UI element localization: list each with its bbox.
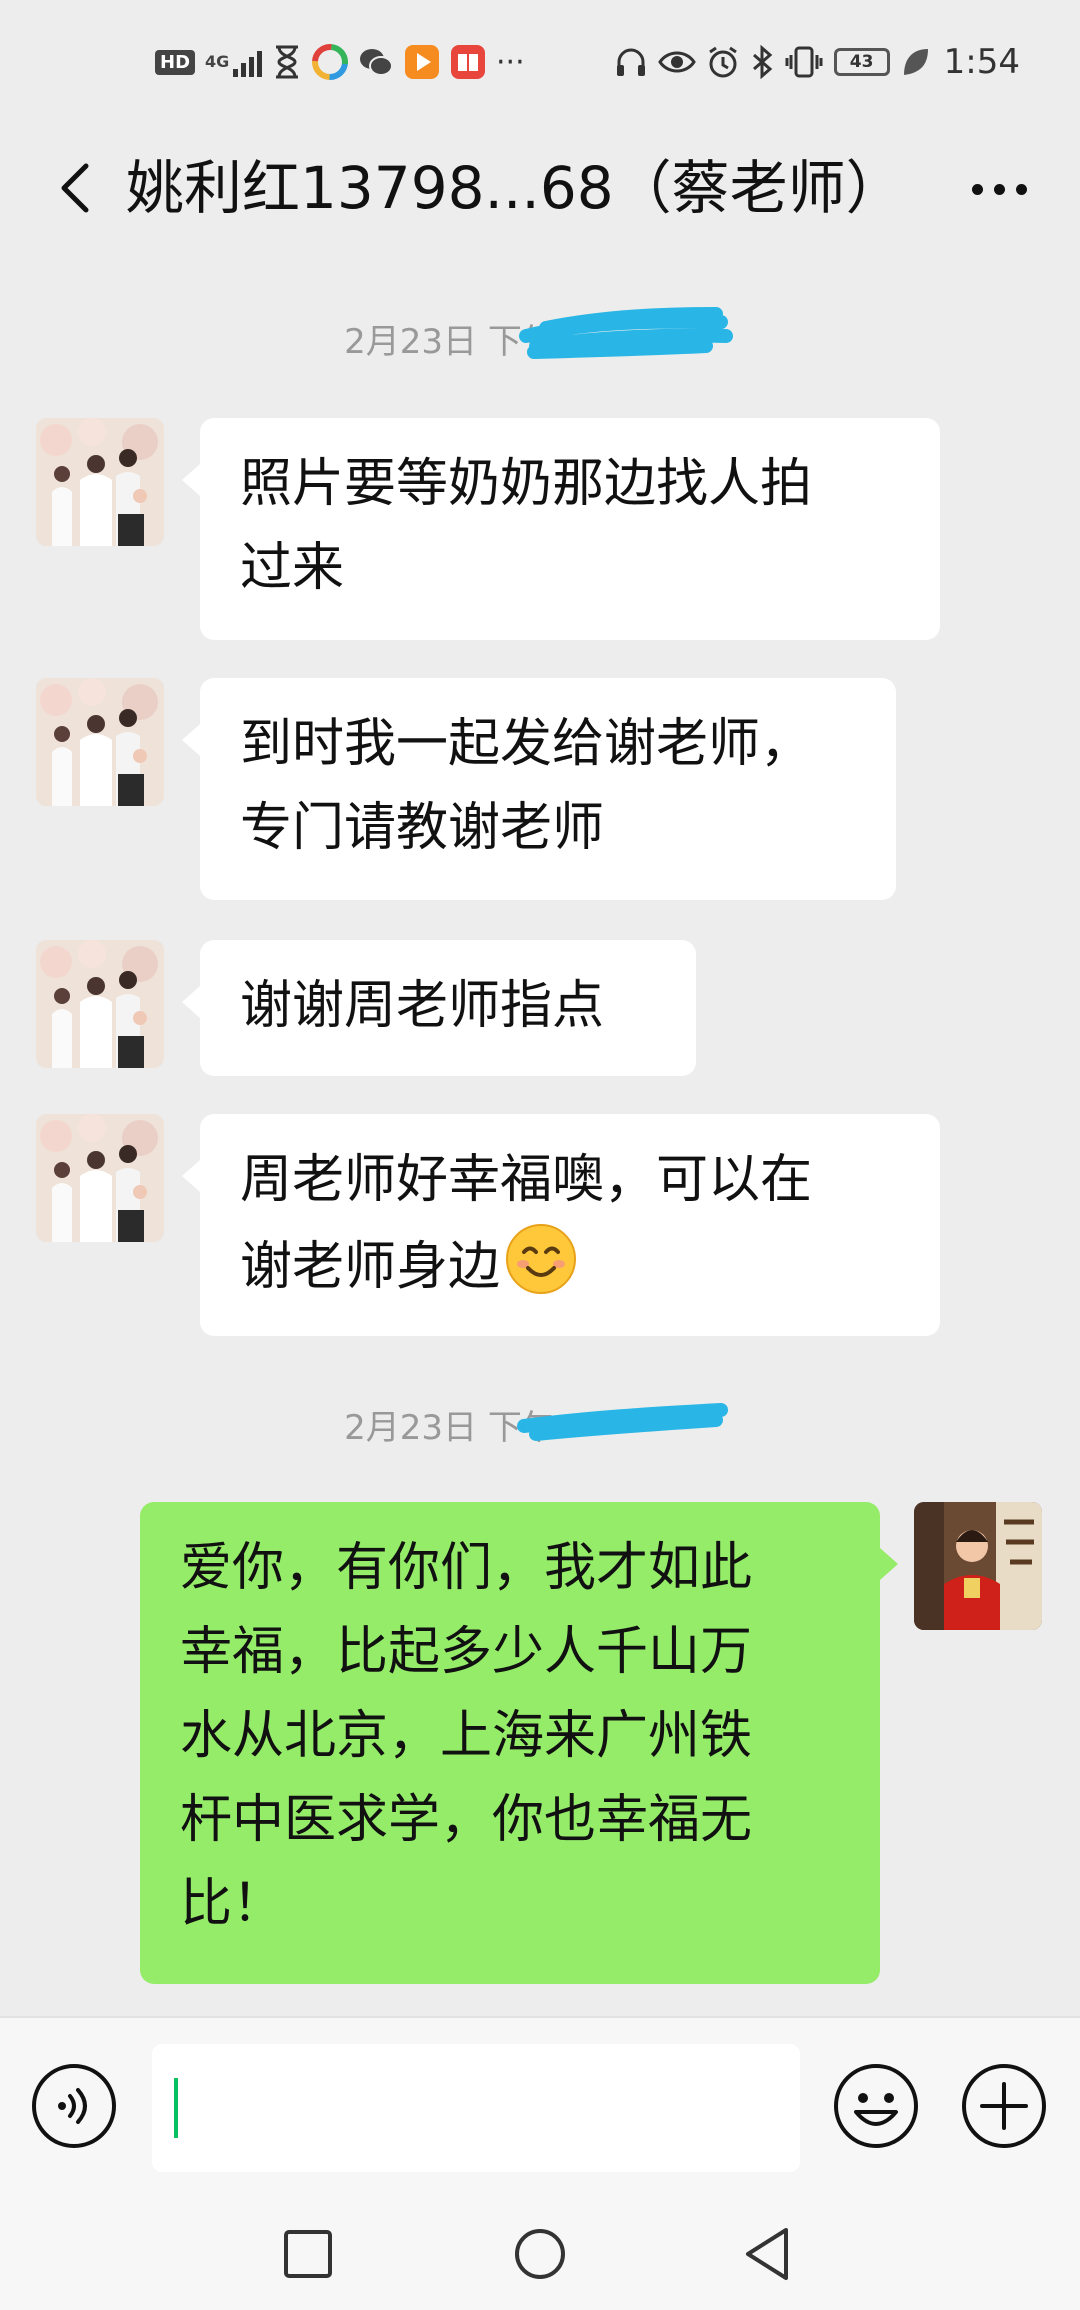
- vibrate-icon: [785, 46, 823, 78]
- message-bubble-incoming[interactable]: 谢谢周老师指点: [182, 940, 696, 1076]
- message-bubble-incoming[interactable]: 照片要等奶奶那边找人拍 过来: [182, 418, 940, 640]
- battery-icon: 43: [833, 48, 890, 76]
- colorful-app-icon: [312, 44, 349, 80]
- message-line: 杆中医求学，你也幸福无: [180, 1790, 753, 1850]
- timestamp: 2月23日 下午: [0, 307, 1080, 363]
- family-photo-icon: [36, 940, 164, 1068]
- recents-button-icon[interactable]: [268, 2214, 348, 2294]
- back-button-icon[interactable]: [728, 2214, 808, 2294]
- message-line: 幸福，比起多少人千山万: [180, 1622, 753, 1682]
- timestamp: 2月23日 下午: [0, 1400, 1080, 1449]
- headset-icon: [616, 48, 645, 76]
- family-photo-icon: [36, 1114, 164, 1242]
- family-photo-icon: [36, 418, 164, 546]
- message-line: 谢谢周老师指点: [240, 976, 605, 1036]
- status-bar-left: HD 4G ···: [155, 40, 525, 84]
- input-bar: [0, 2016, 1080, 2194]
- contact-avatar[interactable]: [36, 1114, 164, 1242]
- hourglass-icon: [276, 45, 299, 79]
- more-options-icon[interactable]: [954, 148, 1044, 228]
- message-line: 谢老师身边: [240, 1222, 900, 1309]
- eye-icon: [657, 51, 696, 73]
- status-bar: HD 4G ··· 43 1:54: [0, 0, 1080, 120]
- voice-input-icon[interactable]: [30, 2062, 118, 2150]
- message-bubble-incoming[interactable]: 周老师好幸福噢，可以在 谢老师身边: [182, 1114, 940, 1336]
- my-avatar[interactable]: [914, 1502, 1042, 1630]
- message-line-text: 谢老师身边: [240, 1237, 501, 1297]
- message-input[interactable]: [152, 2044, 800, 2172]
- book-app-icon: [451, 45, 486, 79]
- clock: 1:54: [943, 42, 1020, 82]
- alarm-icon: [708, 46, 737, 78]
- message-line: 爱你，有你们，我才如此: [180, 1538, 753, 1598]
- redaction-scribble: [516, 1403, 728, 1441]
- text-caret: [174, 2078, 178, 2138]
- message-bubble-outgoing[interactable]: 爱你，有你们，我才如此 幸福，比起多少人千山万 水从北京，上海来广州铁 杆中医求…: [140, 1502, 898, 1984]
- signal-icon: [233, 47, 263, 77]
- message-line: 到时我一起发给谢老师，: [240, 714, 813, 774]
- message-line: 专门请教谢老师: [240, 798, 605, 858]
- home-button-icon[interactable]: [500, 2214, 580, 2294]
- chat-title: 姚利红13798...68（蔡老师）: [126, 154, 904, 222]
- chat-header: 姚利红13798...68（蔡老师）: [0, 120, 1080, 256]
- message-line: 周老师好幸福噢，可以在: [240, 1150, 813, 1210]
- network-type: 4G: [205, 52, 230, 71]
- redaction-scribble: [518, 307, 733, 359]
- message-bubble-incoming[interactable]: 到时我一起发给谢老师， 专门请教谢老师: [182, 678, 896, 900]
- message-line: 照片要等奶奶那边找人拍: [240, 454, 813, 514]
- status-bar-right: 43 1:54: [614, 40, 1020, 84]
- smile-emoji-icon: [506, 1224, 577, 1294]
- message-line: 过来: [240, 538, 345, 598]
- overflow-indicator: ···: [496, 44, 525, 80]
- message-line: 水从北京，上海来广州铁: [180, 1706, 753, 1766]
- video-app-icon: [405, 45, 440, 79]
- family-photo-icon: [36, 678, 164, 806]
- profile-photo-icon: [914, 1502, 1042, 1630]
- system-nav-bar: [0, 2194, 1080, 2310]
- hd-icon: HD: [155, 49, 196, 75]
- emoji-button-icon[interactable]: [832, 2062, 920, 2150]
- contact-avatar[interactable]: [36, 678, 164, 806]
- back-arrow-icon[interactable]: [40, 148, 120, 228]
- leaf-icon: [903, 49, 928, 75]
- plus-button-icon[interactable]: [960, 2062, 1048, 2150]
- message-line: 比！: [180, 1874, 285, 1934]
- contact-avatar[interactable]: [36, 940, 164, 1068]
- contact-avatar[interactable]: [36, 418, 164, 546]
- wechat-icon: [360, 49, 394, 76]
- bluetooth-icon: [752, 45, 772, 79]
